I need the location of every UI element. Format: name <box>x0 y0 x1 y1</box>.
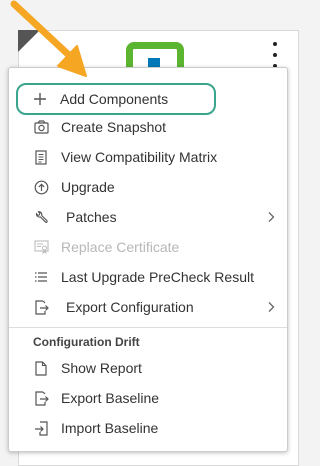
menu-item-label: Add Components <box>60 91 169 107</box>
kebab-dot-icon <box>273 53 277 57</box>
menu-item-export-baseline[interactable]: Export Baseline <box>17 385 279 411</box>
export-icon <box>33 299 49 315</box>
menu-item-label: Import Baseline <box>61 420 159 436</box>
kebab-dot-icon <box>273 42 277 46</box>
menu-item-add-components[interactable]: Add Components <box>16 83 216 115</box>
menu-divider <box>9 327 287 328</box>
document-list-icon <box>33 149 49 165</box>
import-icon <box>33 420 49 436</box>
menu-item-last-upgrade-precheck-result[interactable]: Last Upgrade PreCheck Result <box>17 264 279 290</box>
certificate-icon <box>33 239 49 255</box>
list-icon <box>33 269 49 285</box>
actions-dropdown-menu: Add Components Create Snapshot View Comp… <box>8 67 288 452</box>
menu-item-replace-certificate: Replace Certificate <box>17 234 279 260</box>
menu-item-export-configuration[interactable]: Export Configuration <box>17 294 279 320</box>
menu-item-label: Last Upgrade PreCheck Result <box>61 269 254 285</box>
export-icon <box>33 390 49 406</box>
chevron-right-icon <box>263 299 279 315</box>
menu-item-label: Upgrade <box>61 179 115 195</box>
menu-item-label: Export Configuration <box>66 299 194 315</box>
more-actions-button[interactable] <box>268 42 282 68</box>
chevron-right-icon <box>263 209 279 225</box>
wrench-icon <box>33 209 49 225</box>
card-corner-marker <box>18 30 40 52</box>
upgrade-circle-arrow-icon <box>33 179 49 195</box>
menu-item-label: Replace Certificate <box>61 239 180 255</box>
menu-item-label: Create Snapshot <box>61 119 167 135</box>
document-icon <box>33 360 49 376</box>
configuration-drift-section-header: Configuration Drift <box>33 335 140 349</box>
menu-item-label: View Compatibility Matrix <box>61 149 218 165</box>
menu-item-create-snapshot[interactable]: Create Snapshot <box>17 114 279 140</box>
menu-item-label: Patches <box>66 209 117 225</box>
menu-item-patches[interactable]: Patches <box>17 204 279 230</box>
camera-icon <box>33 119 49 135</box>
menu-item-import-baseline[interactable]: Import Baseline <box>17 415 279 441</box>
plus-icon <box>32 91 48 107</box>
menu-item-label: Show Report <box>61 360 142 376</box>
menu-item-show-report[interactable]: Show Report <box>17 355 279 381</box>
menu-item-upgrade[interactable]: Upgrade <box>17 174 279 200</box>
menu-item-label: Export Baseline <box>61 390 160 406</box>
menu-item-view-compatibility-matrix[interactable]: View Compatibility Matrix <box>17 144 279 170</box>
